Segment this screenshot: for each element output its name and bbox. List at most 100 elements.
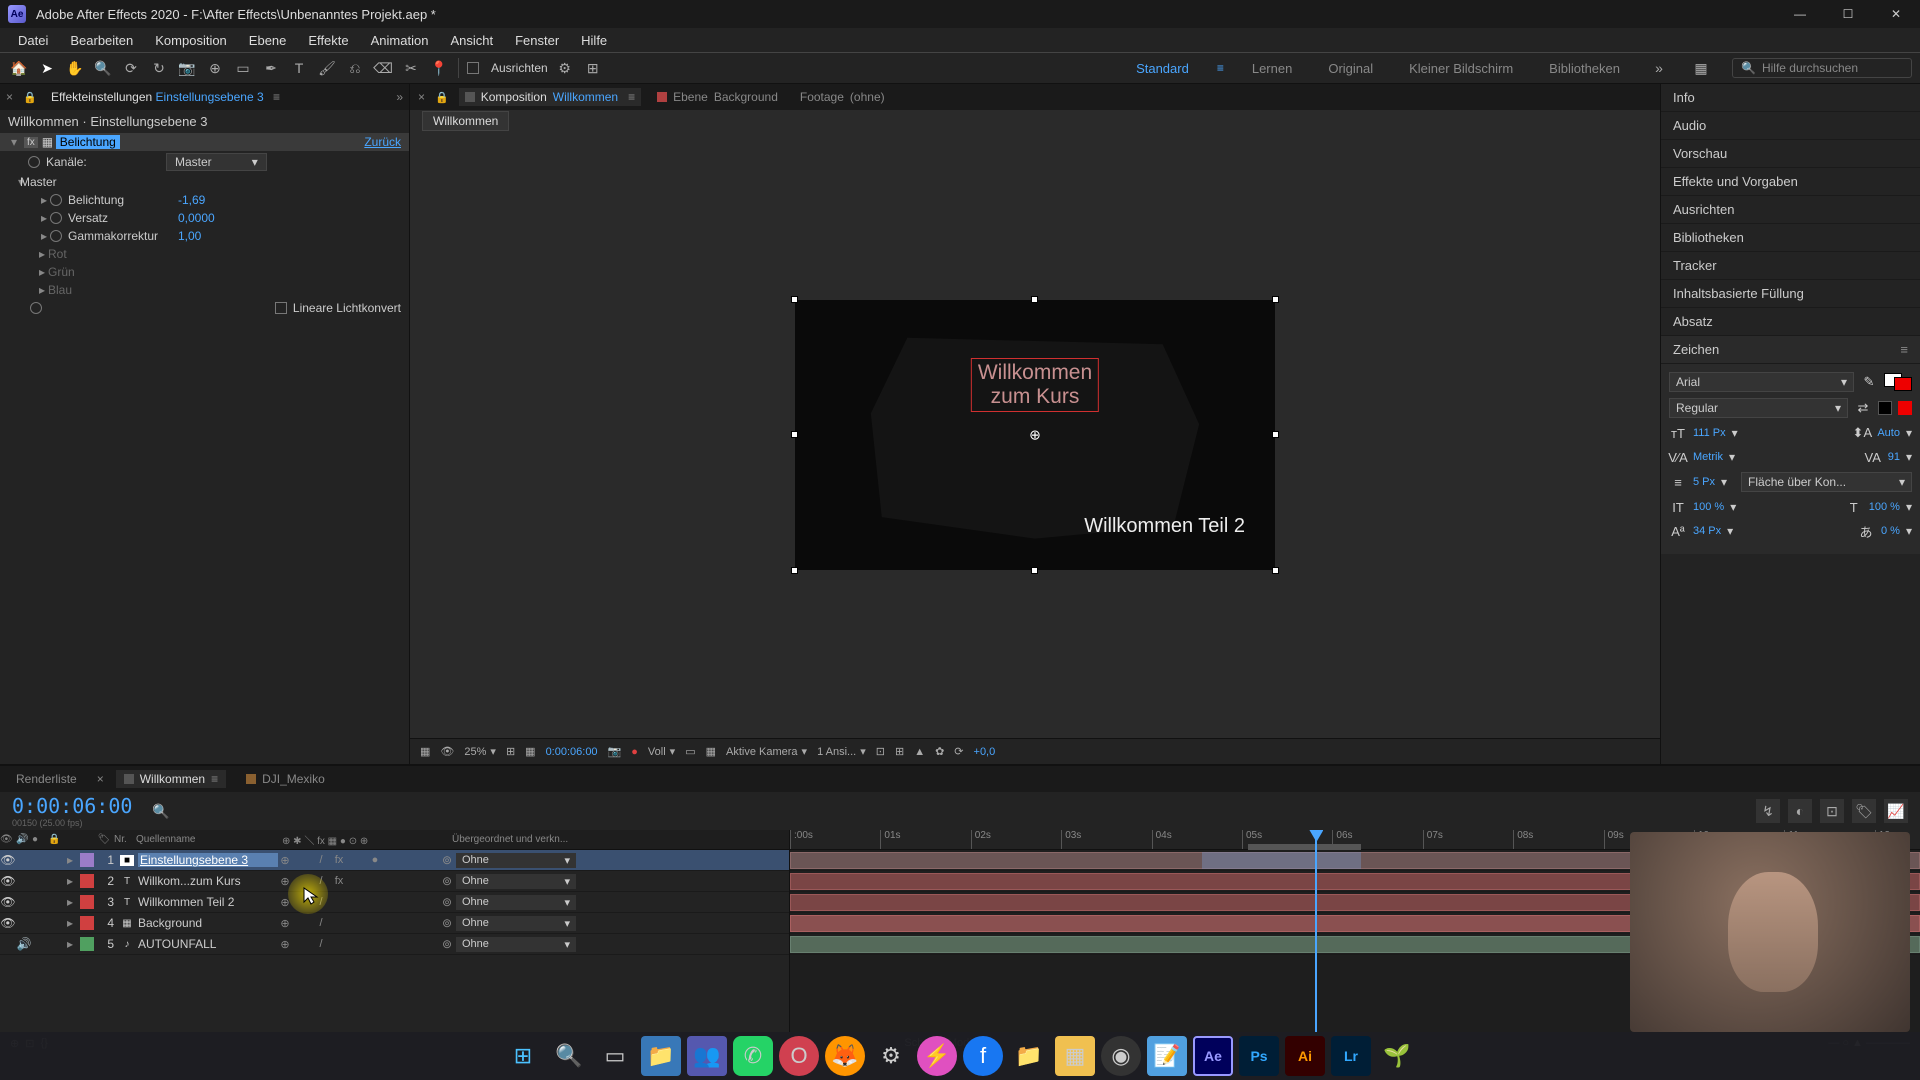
grid-icon[interactable]: ▦ <box>525 745 535 758</box>
composition-canvas[interactable]: Willkommen zum Kurs Willkommen Teil 2 ⊕ <box>795 300 1275 570</box>
pickwhip-icon[interactable]: ⊚ <box>438 853 456 867</box>
visibility-icon[interactable]: 👁 <box>0 895 16 909</box>
effect-reset-link[interactable]: Zurück <box>364 135 401 149</box>
ae-icon[interactable]: Ae <box>1193 1036 1233 1076</box>
menu-fenster[interactable]: Fenster <box>505 31 569 50</box>
stopwatch-icon[interactable] <box>28 156 40 168</box>
tracking-value[interactable]: 91 <box>1888 451 1900 463</box>
selection-tool[interactable]: ➤ <box>36 57 58 79</box>
swap-colors-icon[interactable]: ⇄ <box>1854 399 1872 417</box>
eraser-tool[interactable]: ⌫ <box>372 57 394 79</box>
font-size-value[interactable]: 111 Px <box>1693 427 1726 439</box>
taskview-icon[interactable]: ▭ <box>595 1036 635 1076</box>
canvas-text-2[interactable]: Willkommen Teil 2 <box>1084 515 1245 538</box>
menu-hilfe[interactable]: Hilfe <box>571 31 617 50</box>
layer-row-3[interactable]: 👁 ▸ 3 T Willkommen Teil 2 ⊕/ ⊚ Ohne▾ <box>0 892 789 913</box>
app-icon-3[interactable]: 🌱 <box>1377 1036 1417 1076</box>
menu-ebene[interactable]: Ebene <box>239 31 297 50</box>
tl-tool-3[interactable]: ⊡ <box>1820 799 1844 823</box>
viewer-tab-footage[interactable]: Footage (ohne) <box>794 88 891 106</box>
viewer-tab-komposition[interactable]: Komposition Willkommen ≡ <box>459 88 641 106</box>
parent-dropdown[interactable]: Ohne▾ <box>456 916 576 931</box>
pan-behind-tool[interactable]: ⊕ <box>204 57 226 79</box>
breadcrumb[interactable]: Willkommen <box>410 110 1660 132</box>
layer-color-label[interactable] <box>80 853 94 867</box>
font-style-dropdown[interactable]: Regular▾ <box>1669 398 1848 418</box>
menu-animation[interactable]: Animation <box>361 31 439 50</box>
tl-tool-1[interactable]: ↯ <box>1756 799 1780 823</box>
teams-icon[interactable]: 👥 <box>687 1036 727 1076</box>
tl-tab-willkommen[interactable]: Willkommen≡ <box>116 770 226 788</box>
stopwatch-icon[interactable] <box>30 302 42 314</box>
layer-row-2[interactable]: 👁 ▸ 2 T Willkom...zum Kurs ⊕/fx ⊚ Ohne▾ <box>0 871 789 892</box>
text-tool[interactable]: T <box>288 57 310 79</box>
alpha-icon[interactable]: ▦ <box>420 745 430 758</box>
panel-lock-icon[interactable]: 🔒 <box>19 86 41 108</box>
no-color-icon[interactable] <box>1878 401 1892 415</box>
visibility-icon[interactable]: 👁 <box>0 916 16 930</box>
exposure-value[interactable]: +0,0 <box>974 746 996 758</box>
tl-tab-mexiko[interactable]: DJI_Mexiko <box>238 770 333 788</box>
ai-icon[interactable]: Ai <box>1285 1036 1325 1076</box>
camera-tool[interactable]: 📷 <box>176 57 198 79</box>
layer-color-label[interactable] <box>80 916 94 930</box>
workspace-original[interactable]: Original <box>1320 57 1381 80</box>
panel-zeichen[interactable]: Zeichen≡ <box>1661 336 1920 364</box>
effect-controls-tab[interactable]: Effekteinstellungen Einstellungsebene 3 … <box>47 88 284 106</box>
orbit-tool[interactable]: ⟳ <box>120 57 142 79</box>
snap-grid-icon[interactable]: ⊞ <box>582 57 604 79</box>
viewer-timecode[interactable]: 0:00:06:00 <box>546 746 598 758</box>
layer-row-5[interactable]: 🔊 ▸ 5 ♪ AUTOUNFALL ⊕/ ⊚ Ohne▾ <box>0 934 789 955</box>
parent-dropdown[interactable]: Ohne▾ <box>456 853 576 868</box>
timeline-timecode[interactable]: 0:00:06:00 <box>12 794 132 818</box>
stopwatch-icon[interactable] <box>50 194 62 206</box>
minimize-button[interactable]: — <box>1792 6 1808 22</box>
res-icon[interactable]: ⊞ <box>506 745 515 758</box>
menu-ansicht[interactable]: Ansicht <box>440 31 503 50</box>
messenger-icon[interactable]: ⚡ <box>917 1036 957 1076</box>
camera-dropdown[interactable]: Aktive Kamera ▾ <box>726 745 807 758</box>
brush-tool[interactable]: 🖌 <box>316 57 338 79</box>
menu-komposition[interactable]: Komposition <box>145 31 237 50</box>
workspace-bibliotheken[interactable]: Bibliotheken <box>1541 57 1628 80</box>
facebook-icon[interactable]: f <box>963 1036 1003 1076</box>
effect-header-belichtung[interactable]: ▾ fx ▦ Belichtung Zurück <box>0 133 409 151</box>
panel-info[interactable]: Info <box>1661 84 1920 112</box>
shape-tool[interactable]: ▭ <box>232 57 254 79</box>
tl-tool-2[interactable]: ◐ <box>1788 799 1812 823</box>
snap-toggle[interactable]: Ausrichten <box>467 61 548 75</box>
rgb-icon[interactable]: ▭ <box>685 745 695 758</box>
pickwhip-icon[interactable]: ⊚ <box>438 874 456 888</box>
roto-tool[interactable]: ✂ <box>400 57 422 79</box>
ps-icon[interactable]: Ps <box>1239 1036 1279 1076</box>
stroke-order-dropdown[interactable]: Fläche über Kon...▾ <box>1741 472 1912 492</box>
stopwatch-icon[interactable] <box>50 212 62 224</box>
versatz-value[interactable]: 0,0000 <box>178 211 215 225</box>
panel-audio[interactable]: Audio <box>1661 112 1920 140</box>
panel-bibliotheken[interactable]: Bibliotheken <box>1661 224 1920 252</box>
prop-linear-light[interactable]: Lineare Lichtkonvert <box>0 299 409 317</box>
layer-color-label[interactable] <box>80 874 94 888</box>
parent-dropdown[interactable]: Ohne▾ <box>456 874 576 889</box>
mask-icon[interactable]: 👁 <box>440 745 454 758</box>
vf-icon-1[interactable]: ⊡ <box>876 745 885 758</box>
canvas-text-1[interactable]: Willkommen zum Kurs <box>971 358 1099 412</box>
panel-absatz[interactable]: Absatz <box>1661 308 1920 336</box>
workspace-kleiner[interactable]: Kleiner Bildschirm <box>1401 57 1521 80</box>
viewer-tab-ebene[interactable]: Ebene Background <box>651 88 784 106</box>
app-icon-2[interactable]: ▦ <box>1055 1036 1095 1076</box>
pickwhip-icon[interactable]: ⊚ <box>438 895 456 909</box>
tsume-value[interactable]: 0 % <box>1881 525 1900 537</box>
workspace-lernen[interactable]: Lernen <box>1244 57 1300 80</box>
whatsapp-icon[interactable]: ✆ <box>733 1036 773 1076</box>
tl-tool-graph[interactable]: 📈 <box>1884 799 1908 823</box>
rotate-tool[interactable]: ↻ <box>148 57 170 79</box>
baseline-value[interactable]: 34 Px <box>1693 525 1721 537</box>
search-icon[interactable]: 🔍 <box>549 1036 589 1076</box>
hand-tool[interactable]: ✋ <box>64 57 86 79</box>
pickwhip-icon[interactable]: ⊚ <box>438 937 456 951</box>
layer-row-1[interactable]: 👁 ▸ 1 ■ Einstellungsebene 3 ⊕/fx● ⊚ Ohne… <box>0 850 789 871</box>
opera-icon[interactable]: O <box>779 1036 819 1076</box>
visibility-icon[interactable]: 👁 <box>0 874 16 888</box>
vf-icon-2[interactable]: ⊞ <box>895 745 904 758</box>
